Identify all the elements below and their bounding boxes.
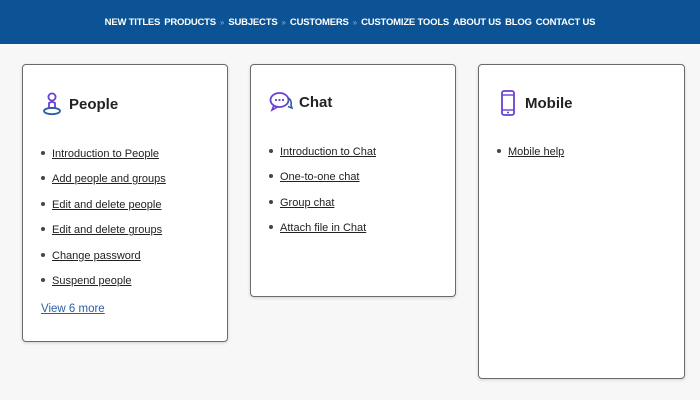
chat-link-one-to-one[interactable]: One-to-one chat [280, 171, 360, 183]
chat-card-header: Chat [269, 89, 332, 115]
bullet [269, 225, 273, 230]
list-item: Introduction to Chat [269, 139, 376, 165]
people-card-header: People [41, 91, 118, 117]
person-icon [43, 92, 61, 116]
mobile-link-list: Mobile help [497, 139, 564, 165]
mobile-card-title: Mobile [525, 94, 573, 112]
people-card-title: People [69, 95, 119, 113]
chat-link-group[interactable]: Group chat [280, 197, 334, 209]
people-link-edit-groups[interactable]: Edit and delete groups [52, 224, 162, 236]
people-link-edit-people[interactable]: Edit and delete people [52, 199, 161, 211]
list-item: Edit and delete people [41, 192, 166, 218]
chat-link-introduction[interactable]: Introduction to Chat [280, 146, 376, 158]
chat-card-title: Chat [299, 93, 333, 111]
chat-link-list: Introduction to Chat One-to-one chat Gro… [269, 139, 376, 241]
top-navigation-bar: NEW TITLES PRODUCTS » SUBJECTS » CUSTOME… [0, 0, 700, 44]
nav-about-us[interactable]: ABOUT US [453, 17, 501, 28]
mobile-card: Mobile Mobile help [478, 64, 685, 379]
mobile-phone-icon [501, 90, 515, 116]
chat-bubbles-icon [269, 92, 293, 112]
mobile-card-header: Mobile [497, 89, 573, 117]
main-nav: NEW TITLES PRODUCTS » SUBJECTS » CUSTOME… [105, 17, 596, 28]
list-item: Introduction to People [41, 141, 166, 167]
nav-customize-tools[interactable]: CUSTOMIZE TOOLS [361, 17, 449, 28]
nav-subjects[interactable]: SUBJECTS [228, 17, 277, 28]
bullet [41, 176, 45, 181]
nav-separator: » [219, 17, 225, 27]
list-item: Mobile help [497, 139, 564, 165]
list-item: Change password [41, 243, 166, 269]
bullet [41, 252, 45, 257]
bullet [41, 227, 45, 232]
people-link-change-password[interactable]: Change password [52, 250, 141, 262]
bullet [269, 199, 273, 204]
people-link-suspend[interactable]: Suspend people [52, 275, 132, 287]
nav-separator: » [352, 17, 358, 27]
nav-new-titles[interactable]: NEW TITLES [105, 17, 161, 28]
people-link-list: Introduction to People Add people and gr… [41, 141, 166, 294]
view-more-link[interactable]: View 6 more [41, 303, 105, 315]
list-item: One-to-one chat [269, 165, 376, 191]
nav-separator: » [281, 17, 286, 27]
list-item: Add people and groups [41, 167, 166, 193]
nav-customers[interactable]: CUSTOMERS [290, 17, 349, 28]
bullet [269, 148, 273, 153]
people-link-introduction[interactable]: Introduction to People [52, 148, 159, 160]
list-item: Attach file in Chat [269, 216, 376, 242]
nav-blog[interactable]: BLOG [505, 17, 532, 28]
people-card: People Introduction to People Add people… [22, 64, 228, 342]
list-item: Group chat [269, 190, 376, 216]
nav-products[interactable]: PRODUCTS [164, 17, 216, 28]
bullet [41, 278, 45, 283]
list-item: Suspend people [41, 269, 166, 295]
chat-card: Chat Introduction to Chat One-to-one cha… [250, 64, 456, 297]
chat-link-attach-file[interactable]: Attach file in Chat [280, 222, 366, 234]
bullet [41, 201, 45, 206]
bullet [41, 150, 45, 155]
people-link-add-people[interactable]: Add people and groups [52, 173, 166, 185]
bullet [497, 148, 501, 153]
bullet [269, 174, 273, 179]
list-item: Edit and delete groups [41, 218, 166, 244]
mobile-link-help[interactable]: Mobile help [508, 146, 564, 158]
nav-contact-us[interactable]: CONTACT US [536, 17, 596, 28]
